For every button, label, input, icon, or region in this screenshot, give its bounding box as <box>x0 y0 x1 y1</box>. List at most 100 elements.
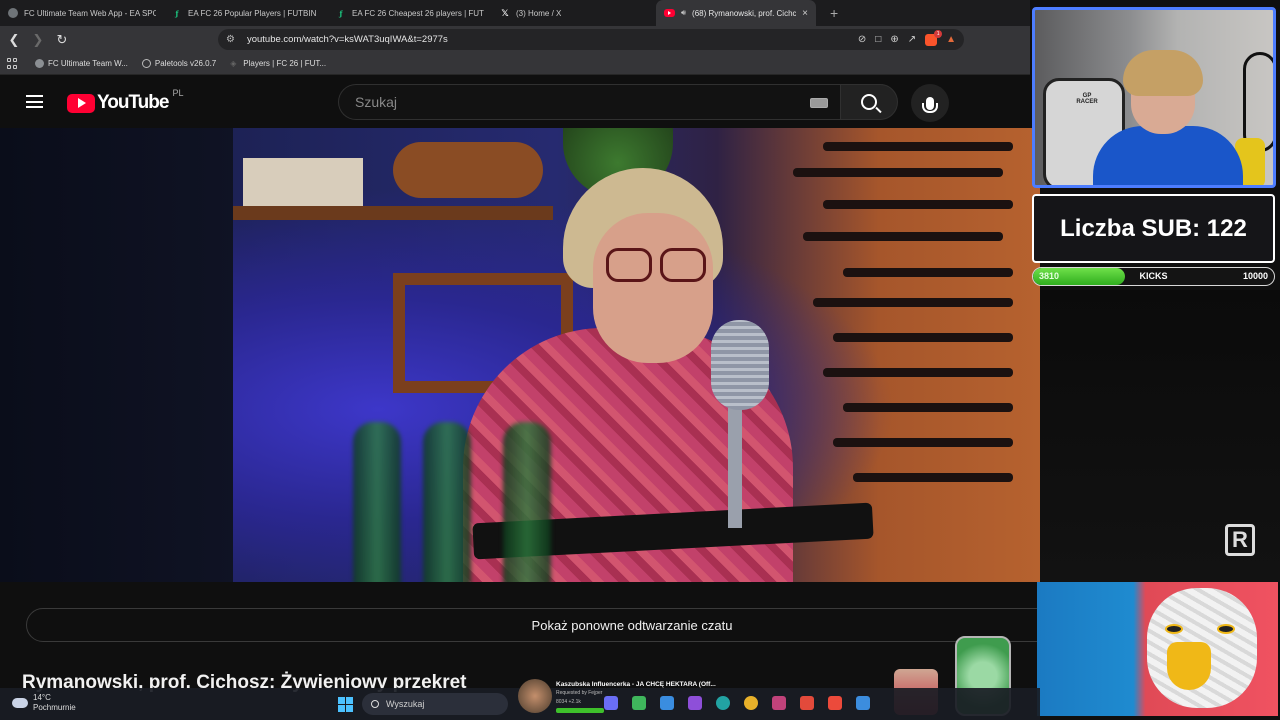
share-icon[interactable]: ↗ <box>908 34 916 45</box>
taskbar-app-icon[interactable] <box>772 696 786 710</box>
eagle-eye <box>1165 624 1183 634</box>
brave-shields-icon[interactable]: 1 <box>925 29 943 46</box>
sculpture <box>393 142 543 198</box>
bookmark-futbin-players[interactable]: ◈ Players | FC 26 | FUT... <box>230 59 326 68</box>
x-icon: 𝕏 <box>501 7 509 18</box>
futbin-icon: ƒ <box>175 8 179 18</box>
bookmark-label: Players | FC 26 | FUT... <box>243 59 327 68</box>
search-button[interactable] <box>840 84 898 120</box>
slat <box>843 268 1013 277</box>
tab-futbin-popular[interactable]: ƒ EA FC 26 Popular Players | FUTBIN <box>164 0 328 26</box>
paletools-icon <box>141 59 151 68</box>
country-code: PL <box>172 88 184 98</box>
album-art <box>518 679 552 713</box>
temperature: 14°C <box>33 693 51 702</box>
song-stats: 8034 +2.1k <box>556 698 581 705</box>
keyboard-icon[interactable] <box>810 98 828 108</box>
cast-icon[interactable]: □ <box>875 34 881 45</box>
eagle-beak <box>1167 642 1211 690</box>
slat <box>833 438 1013 447</box>
slat <box>793 168 1003 177</box>
kicks-goal-bar: 3810 KICKS 10000 <box>1032 267 1275 286</box>
glasses <box>606 248 706 282</box>
song-title: Kaszubska Influencerka - JA CHCĘ HEKTARA… <box>556 680 716 688</box>
kicks-goal: 10000 <box>1242 271 1268 281</box>
microphone-icon <box>922 96 938 113</box>
forward-arrow-icon[interactable]: ❯ <box>28 30 48 50</box>
tab-label: EA FC 26 Cheapest 26 players | FUTBI <box>352 8 484 18</box>
eagle-overlay <box>1037 582 1278 716</box>
bottle <box>353 422 401 582</box>
globe-icon <box>35 59 44 68</box>
youtube-logo[interactable]: YouTube PL <box>67 88 183 114</box>
reload-icon[interactable]: ↻ <box>52 30 72 50</box>
search-placeholder: Szukaj <box>355 94 398 110</box>
speaker-icon[interactable]: 🔊︎ <box>681 8 686 18</box>
taskbar-app-icon[interactable] <box>744 696 758 710</box>
cloud-icon <box>12 698 28 708</box>
weather-widget[interactable]: 14°C Pochmurnie <box>12 693 76 713</box>
video-player-area[interactable] <box>0 128 1040 582</box>
chair-logo: GP RACER <box>1076 93 1098 105</box>
search-icon <box>371 700 379 708</box>
tab-label: (3) Home / X <box>516 8 562 18</box>
bottle <box>503 422 551 582</box>
shelf <box>233 206 553 220</box>
globe-icon <box>8 8 18 18</box>
slat <box>853 473 1013 482</box>
slat <box>833 333 1013 342</box>
slat <box>823 142 1013 151</box>
search-icon <box>861 94 877 110</box>
page-icon: ◈ <box>230 59 237 68</box>
studio-microphone <box>711 320 769 410</box>
slat <box>823 200 1013 209</box>
address-bar[interactable]: ⚙ youtube.com/watch?v=ksWAT3uqIWA&t=2977… <box>218 29 964 50</box>
bottle <box>423 422 471 582</box>
tab-futbin-cheapest[interactable]: ƒ EA FC 26 Cheapest 26 players | FUTBI <box>328 0 492 26</box>
video-frame[interactable] <box>233 128 1040 582</box>
zoom-icon[interactable]: ⊕ <box>890 34 898 45</box>
brave-rewards-icon[interactable]: ▲ <box>946 34 956 45</box>
streamer-body <box>1093 126 1243 185</box>
sub-counter: Liczba SUB: 122 <box>1032 194 1275 263</box>
tab-ea-web-app[interactable]: FC Ultimate Team Web App - EA SPO <box>0 0 164 26</box>
taskbar-app-icon[interactable] <box>828 696 842 710</box>
taskbar-app-icon[interactable] <box>800 696 814 710</box>
weather-description: Pochmurnie <box>33 703 76 712</box>
slat <box>823 368 1013 377</box>
taskbar-search-placeholder: Wyszukaj <box>386 699 425 709</box>
taskbar-app-icon[interactable] <box>856 696 870 710</box>
cable <box>1243 52 1273 152</box>
streamer-webcam: GP RACER <box>1032 7 1276 188</box>
requested-by: Requested by Fejper <box>556 689 603 696</box>
browser-tab-strip: FC Ultimate Team Web App - EA SPO ƒ EA F… <box>0 0 1030 26</box>
bookmark-label: Paletools v26.0.7 <box>154 59 217 68</box>
bookmark-ea-web-app[interactable]: FC Ultimate Team W... <box>35 59 128 68</box>
site-settings-icon[interactable]: ⚙ <box>226 34 235 45</box>
tab-label: FC Ultimate Team Web App - EA SPO <box>24 8 156 18</box>
taskbar-search[interactable]: Wyszukaj <box>362 693 508 715</box>
windows-start-icon[interactable] <box>338 697 353 712</box>
browser-toolbar: ❮ ❯ ↻ ⚙ youtube.com/watch?v=ksWAT3uqIWA&… <box>0 26 1030 53</box>
apps-grid-icon[interactable] <box>7 57 19 70</box>
youtube-header: YouTube PL Szukaj <box>0 76 1030 128</box>
slat <box>843 403 1013 412</box>
now-playing-widget: Kaszubska Influencerka - JA CHCĘ HEKTARA… <box>518 675 740 717</box>
url-text[interactable]: youtube.com/watch?v=ksWAT3uqIWA&t=2977s <box>247 34 448 45</box>
streamer-hair <box>1123 50 1203 96</box>
tab-youtube-active[interactable]: 🔊︎ (68) Rymanowski, prof. Cichc × <box>656 0 816 26</box>
eye-off-icon[interactable]: ⊘ <box>858 34 866 45</box>
close-tab-icon[interactable]: × <box>802 8 808 19</box>
back-arrow-icon[interactable]: ❮ <box>4 30 24 50</box>
eagle-eye <box>1217 624 1235 634</box>
menu-hamburger-icon[interactable] <box>26 95 43 108</box>
search-input[interactable]: Szukaj <box>338 84 850 120</box>
bookmark-paletools[interactable]: Paletools v26.0.7 <box>141 59 217 68</box>
tab-x-home[interactable]: 𝕏 (3) Home / X <box>492 0 656 26</box>
song-progress <box>556 707 604 713</box>
kicks-label: KICKS <box>1139 271 1168 281</box>
speaker-face <box>593 213 713 363</box>
youtube-wordmark: YouTube <box>97 92 169 113</box>
voice-search-button[interactable] <box>911 84 949 122</box>
new-tab-button[interactable]: + <box>830 5 838 21</box>
